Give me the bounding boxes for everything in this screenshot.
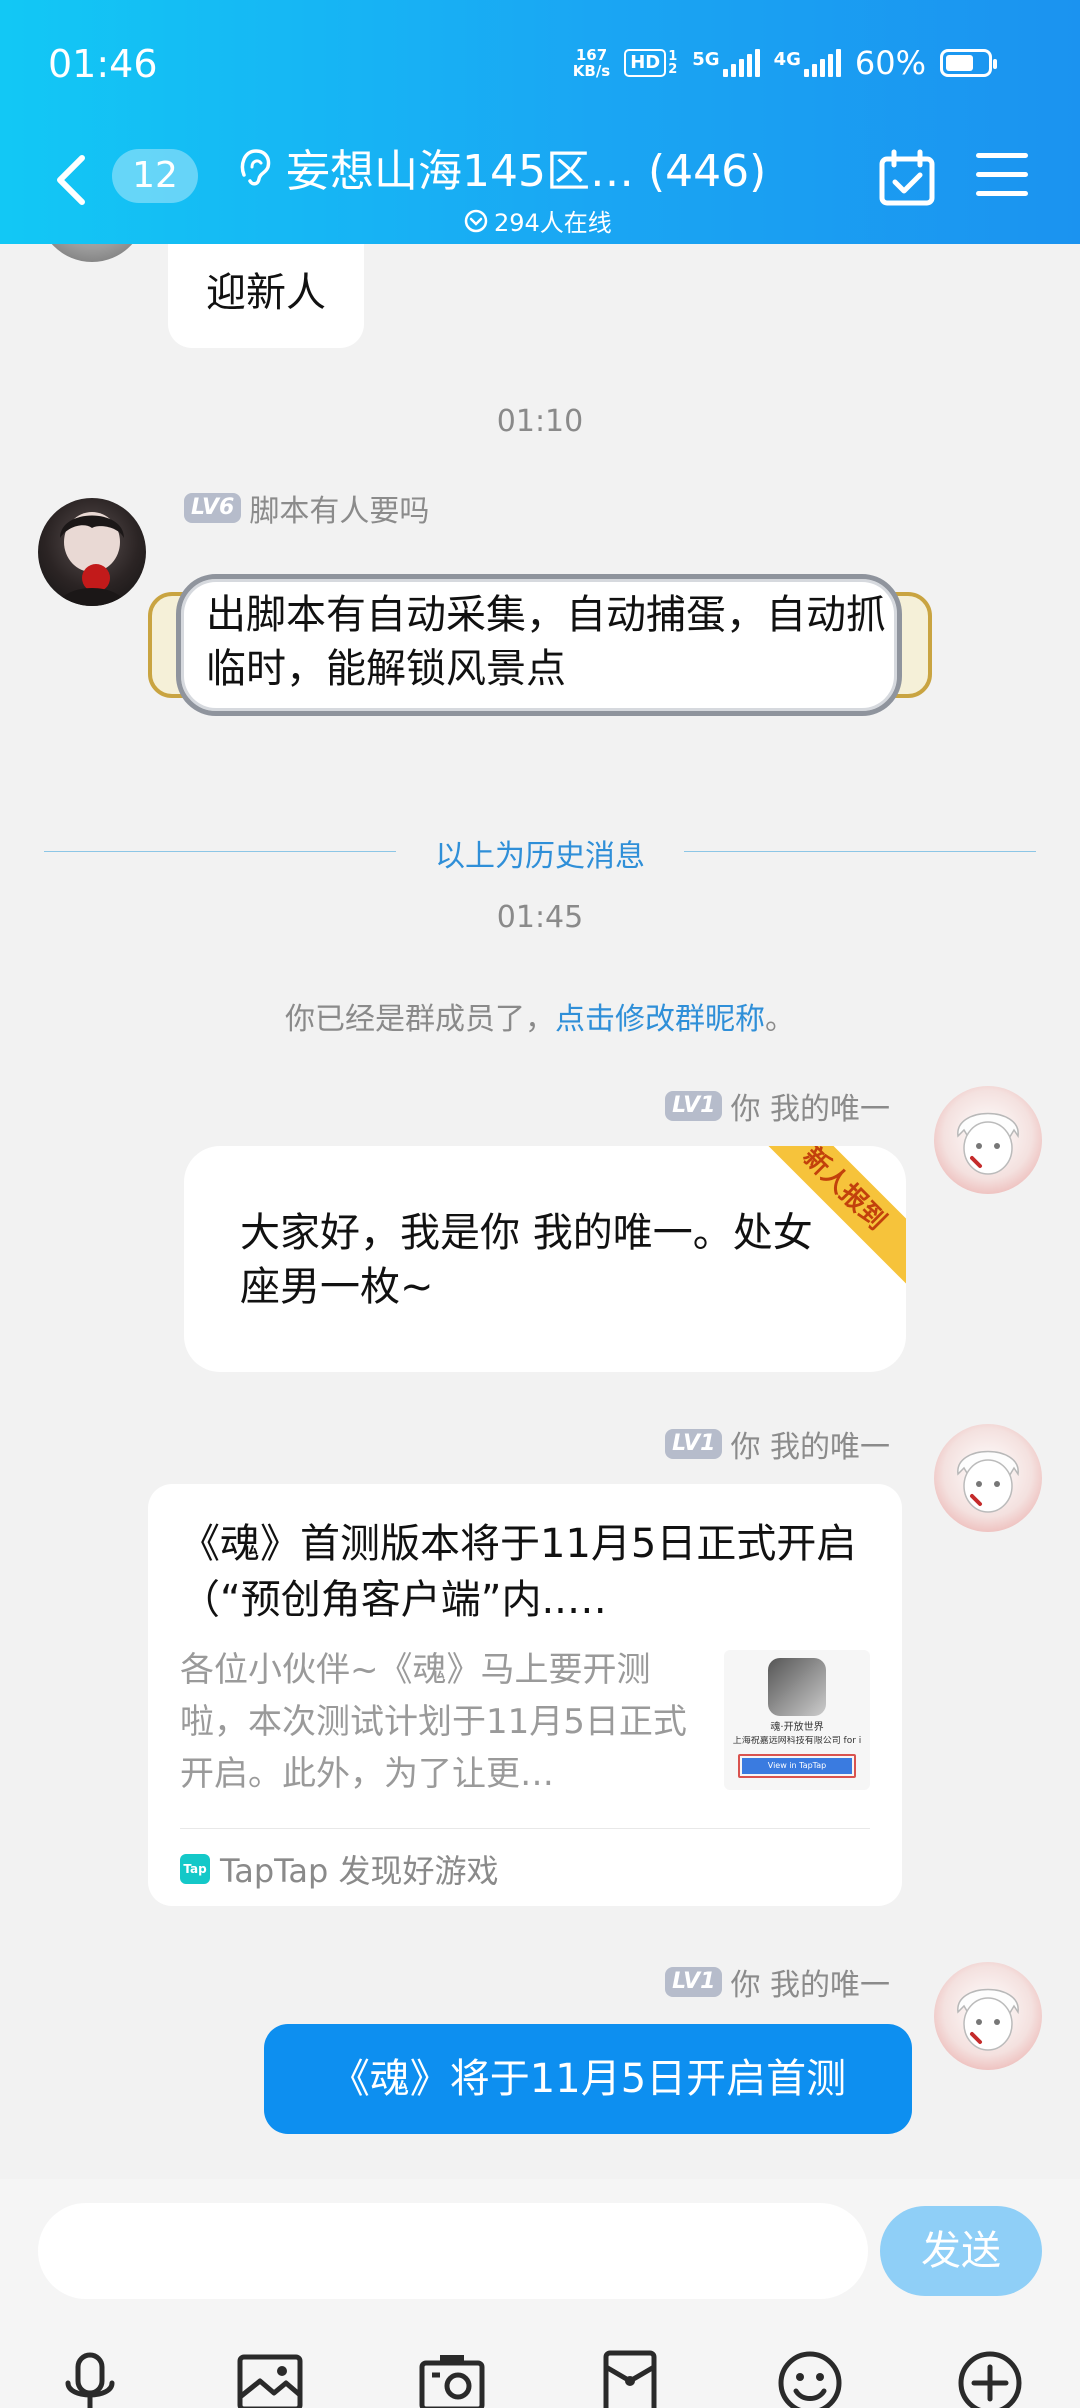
voice-button[interactable] xyxy=(54,2347,126,2408)
microphone-icon xyxy=(65,2352,115,2408)
online-count: 294人在线 xyxy=(464,203,794,238)
message-text: 出脚本有自动采集，自动捕蛋，自动抓临时，能解锁风景点 xyxy=(206,592,886,692)
sender-info: LV6 脚本有人要吗 xyxy=(184,486,429,530)
red-packet-button[interactable] xyxy=(594,2347,666,2408)
status-icons: 167 KB/s HD 1 2 5G 4G 60% xyxy=(572,44,997,82)
sender-name: 你 我的唯一 xyxy=(730,1430,890,1465)
hd-icon: HD xyxy=(624,49,667,77)
game-icon xyxy=(768,1658,826,1716)
sender-name: 你 我的唯一 xyxy=(730,1092,890,1127)
card-title: 《魂》首测版本将于11月5日正式开启（“预创角客户端”内..… xyxy=(180,1521,857,1623)
chat-header: 12 妄想山海145区… (446) 294人在线 xyxy=(0,125,1080,244)
message-bubble[interactable]: 大家好，我是你 我的唯一。处女座男一枚~ 新人报到 xyxy=(184,1146,906,1372)
emoji-button[interactable] xyxy=(774,2347,846,2408)
status-time: 01:46 xyxy=(48,42,158,86)
level-badge: LV1 xyxy=(665,1967,723,1997)
avatar-image xyxy=(58,512,126,606)
signal-5g-icon xyxy=(722,49,760,77)
avatar[interactable] xyxy=(934,1962,1042,2070)
avatar[interactable] xyxy=(38,244,146,262)
more-button[interactable] xyxy=(954,2347,1026,2408)
sender-info: LV1 你 我的唯一 xyxy=(665,1422,890,1466)
history-label: 以上为历史消息 xyxy=(435,839,645,874)
sender-name: 你 我的唯一 xyxy=(730,1968,890,2003)
send-button[interactable]: 发送 xyxy=(880,2206,1042,2296)
avatar-image xyxy=(957,1988,1019,2051)
image-button[interactable] xyxy=(234,2347,306,2408)
hd-indicator: HD 1 2 xyxy=(624,49,678,77)
battery-icon xyxy=(940,49,997,77)
card-description: 各位小伙伴~《魂》马上要开测啦，本次测试计划于11月5日正式开启。此外，为了让更… xyxy=(180,1650,687,1794)
avatar[interactable] xyxy=(934,1086,1042,1194)
message-list[interactable]: 迎新人 01:10 LV6 脚本有人要吗 出脚本有自动采集，自动捕蛋，自动抓临时… xyxy=(0,244,1080,2179)
input-area: 发送 xyxy=(0,2179,1080,2408)
taptap-icon: Tap xyxy=(180,1854,210,1884)
avatar[interactable] xyxy=(934,1424,1042,1532)
system-message: 你已经是群成员了，点击修改群昵称。 xyxy=(285,1002,795,1037)
camera-button[interactable] xyxy=(416,2347,488,2408)
camera-icon xyxy=(419,2355,485,2408)
signal-5g: 5G xyxy=(692,49,760,77)
level-badge: LV1 xyxy=(665,1429,723,1459)
sender-name: 脚本有人要吗 xyxy=(249,494,430,529)
message-text: 大家好，我是你 我的唯一。处女座男一枚~ xyxy=(240,1210,813,1310)
red-packet-icon xyxy=(603,2350,657,2408)
top-bar: 01:46 167 KB/s HD 1 2 5G 4G 60% 12 妄想山海1… xyxy=(0,0,1080,244)
message-bubble[interactable]: 迎新人 xyxy=(168,244,364,348)
checkin-button[interactable] xyxy=(878,149,936,207)
level-badge: LV1 xyxy=(665,1091,723,1121)
signal-4g: 4G xyxy=(774,49,841,77)
level-badge: LV6 xyxy=(184,493,242,523)
sender-info: LV1 你 我的唯一 xyxy=(665,1084,890,1128)
timestamp: 01:10 xyxy=(496,404,584,439)
edit-nickname-link[interactable]: 点击修改群昵称 xyxy=(555,1002,765,1037)
status-bar: 01:46 167 KB/s HD 1 2 5G 4G 60% xyxy=(0,0,1080,125)
sender-info: LV1 你 我的唯一 xyxy=(665,1960,890,2004)
emoji-icon xyxy=(778,2351,842,2408)
unread-count-badge[interactable]: 12 xyxy=(112,149,198,203)
ear-icon xyxy=(240,149,271,186)
avatar-image xyxy=(957,1112,1019,1175)
calendar-check-icon xyxy=(879,149,935,206)
menu-icon xyxy=(976,153,1028,158)
card-source: Tap TapTap 发现好游戏 xyxy=(180,1846,499,1892)
network-speed: 167 KB/s xyxy=(572,46,611,80)
image-icon xyxy=(237,2354,303,2408)
avatar-image xyxy=(957,1450,1019,1513)
chevron-circle-icon xyxy=(464,209,488,232)
timestamp: 01:45 xyxy=(496,900,584,935)
avatar[interactable] xyxy=(38,498,146,606)
group-title: 妄想山海145区… (446) xyxy=(286,146,767,197)
group-title-area[interactable]: 妄想山海145区… (446) 294人在线 xyxy=(234,135,794,238)
back-button[interactable] xyxy=(52,150,92,210)
message-bubble-sent[interactable]: 《魂》将于11月5日开启首测 xyxy=(264,2024,912,2134)
signal-4g-icon xyxy=(803,49,841,77)
decorated-bubble[interactable]: 出脚本有自动采集，自动捕蛋，自动抓临时，能解锁风景点 xyxy=(148,574,932,716)
history-divider: 以上为历史消息 xyxy=(44,831,1036,874)
share-card[interactable]: 《魂》首测版本将于11月5日正式开启（“预创角客户端”内..… 各位小伙伴~《魂… xyxy=(148,1484,902,1906)
card-thumbnail: 魂·开放世界 上海祝嘉远网科技有限公司 for i View in TapTap xyxy=(724,1650,870,1790)
battery-percent: 60% xyxy=(854,44,926,82)
menu-button[interactable] xyxy=(976,153,1028,197)
message-input[interactable] xyxy=(38,2203,868,2299)
chevron-left-icon xyxy=(57,155,85,205)
plus-icon xyxy=(958,2351,1022,2408)
